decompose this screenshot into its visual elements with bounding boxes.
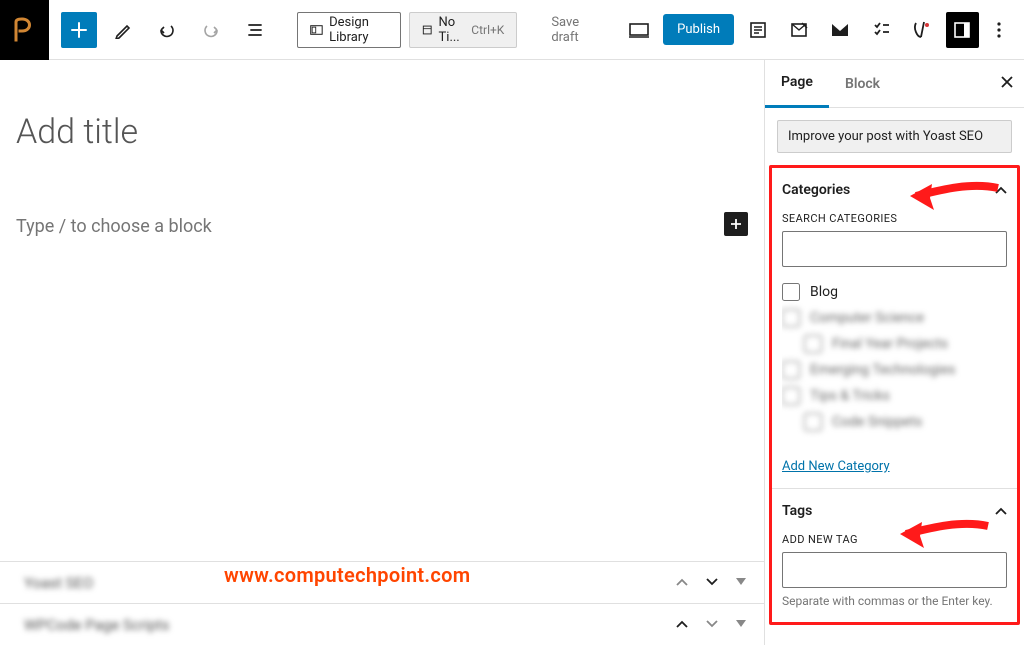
top-toolbar: Design Library No Ti... Ctrl+K Save draf… [0,0,1024,60]
mail-button[interactable] [824,12,857,48]
toggle-icon[interactable] [736,575,746,590]
category-item[interactable]: Tips & Tricks [782,383,995,409]
site-logo[interactable] [0,0,49,60]
template-label: No Ti... [439,15,466,45]
template-select-button[interactable]: No Ti... Ctrl+K [409,12,517,48]
more-options-button[interactable] [987,12,1012,48]
categories-heading: Categories [782,182,850,198]
aioseo-button[interactable] [742,12,775,48]
category-item[interactable]: Final Year Projects [782,331,995,357]
add-tag-label: ADD NEW TAG [782,533,1007,546]
metabox-row[interactable]: WPCode Page Scripts [0,603,764,645]
metabox-row[interactable]: Yoast SEO [0,561,764,603]
metabox-title: Yoast SEO [24,574,93,592]
move-up-icon[interactable] [676,575,688,590]
sidebar-body: Improve your post with Yoast SEO Categor… [765,108,1024,645]
category-label: Computer Science [810,310,924,326]
move-up-icon[interactable] [676,617,688,632]
metabox-controls [676,617,746,632]
yoast-improve-button[interactable]: Improve your post with Yoast SEO [777,120,1012,153]
add-tag-input[interactable] [782,552,1007,588]
toolbar-center-group: Design Library No Ti... Ctrl+K [285,12,529,48]
categories-body: SEARCH CATEGORIES Blog Computer Science Fi… [772,212,1017,488]
category-item[interactable]: Blog [782,279,995,305]
category-checkbox[interactable] [782,387,800,405]
category-label: Tips & Tricks [810,388,890,404]
wpforms-button[interactable] [783,12,816,48]
category-checkbox[interactable] [804,413,822,431]
metabox-area: Yoast SEO WPCode Page Scripts [0,561,764,645]
chevron-up-icon [995,504,1007,519]
add-block-button[interactable] [61,12,97,48]
toolbar-left-group [49,12,285,48]
category-checkbox[interactable] [782,309,800,327]
editor-canvas: Add title Type / to choose a block [0,60,764,645]
template-shortcut: Ctrl+K [471,23,504,37]
settings-sidebar-toggle[interactable] [946,12,979,48]
tag-help-text: Separate with commas or the Enter key. [782,594,1007,608]
move-down-icon[interactable] [706,617,718,632]
move-down-icon[interactable] [706,575,718,590]
save-draft-button[interactable]: Save draft [541,15,614,45]
annotation-highlight: Categories SEARCH CATEGORIES Blog Compute… [769,165,1020,625]
search-categories-input[interactable] [782,231,1007,267]
publish-button[interactable]: Publish [663,14,734,45]
category-label: Code Snippets [832,414,922,430]
design-library-button[interactable]: Design Library [297,12,401,48]
document-overview-button[interactable] [237,12,273,48]
redo-button[interactable] [193,12,229,48]
category-checkbox[interactable] [804,335,822,353]
category-item[interactable]: Code Snippets [782,409,995,435]
category-label: Blog [810,284,838,300]
search-categories-label: SEARCH CATEGORIES [782,212,1007,225]
metabox-controls [676,575,746,590]
chevron-up-icon [995,183,1007,198]
checklist-button[interactable] [864,12,897,48]
add-category-link[interactable]: Add New Category [782,459,890,474]
categories-panel-toggle[interactable]: Categories [772,168,1017,212]
tags-heading: Tags [782,503,812,519]
sidebar-tabs: Page Block [765,60,1024,108]
design-library-label: Design Library [329,15,388,45]
category-item[interactable]: Emerging Technologies [782,357,995,383]
tags-body: ADD NEW TAG Separate with commas or the … [772,533,1017,622]
tags-panel: Tags ADD NEW TAG Separate with commas or… [772,488,1017,622]
toggle-icon[interactable] [736,617,746,632]
preview-button[interactable] [622,12,655,48]
category-label: Emerging Technologies [810,362,956,378]
toolbar-right-group: Save draft Publish [529,12,1024,48]
categories-panel: Categories SEARCH CATEGORIES Blog Compute… [772,168,1017,488]
block-placeholder[interactable]: Type / to choose a block [16,216,748,237]
tags-panel-toggle[interactable]: Tags [772,489,1017,533]
block-placeholder-text: Type / to choose a block [16,216,212,237]
yoast-button[interactable] [905,12,938,48]
category-label: Final Year Projects [832,336,948,352]
category-checkbox[interactable] [782,361,800,379]
tab-block[interactable]: Block [829,60,896,108]
category-list[interactable]: Blog Computer Science Final Year Projects E… [782,279,1007,447]
settings-sidebar: Page Block Improve your post with Yoast … [764,60,1024,645]
tab-page[interactable]: Page [765,60,829,108]
append-block-button[interactable] [724,212,748,236]
metabox-title: WPCode Page Scripts [24,616,169,634]
edit-toggle-button[interactable] [105,12,141,48]
undo-button[interactable] [149,12,185,48]
category-item[interactable]: Computer Science [782,305,995,331]
post-title-input[interactable]: Add title [16,108,748,156]
close-sidebar-button[interactable] [1000,73,1014,94]
category-checkbox[interactable] [782,283,800,301]
